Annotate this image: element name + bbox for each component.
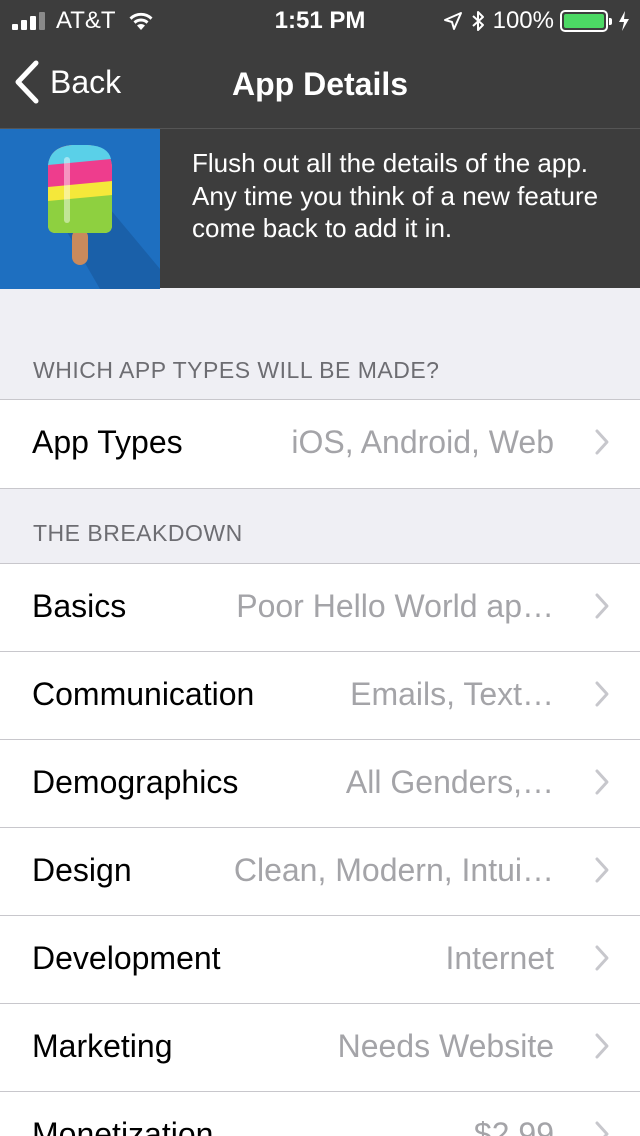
section-header-app-types: WHICH APP TYPES WILL BE MADE? — [33, 357, 440, 383]
row-label: Design — [32, 852, 132, 888]
row-basics[interactable]: Basics Poor Hello World ap… — [0, 564, 640, 652]
row-app-types[interactable]: App Types iOS, Android, Web — [0, 400, 640, 488]
popsicle-icon — [0, 129, 160, 289]
charging-bolt-icon — [619, 11, 629, 31]
chevron-right-icon — [595, 593, 609, 619]
chevron-right-icon — [595, 1033, 609, 1059]
status-bar: AT&T 1:51 PM 100% — [0, 0, 640, 40]
row-label: Monetization — [32, 1116, 214, 1136]
row-value: iOS, Android, Web — [291, 424, 554, 460]
row-development[interactable]: Development Internet — [0, 916, 640, 1004]
row-label: Basics — [32, 588, 127, 624]
row-communication[interactable]: Communication Emails, Text… — [0, 652, 640, 740]
row-value: Internet — [445, 940, 554, 976]
banner-description: Flush out all the details of the app. An… — [192, 148, 599, 243]
chevron-right-icon — [595, 1121, 609, 1136]
row-design[interactable]: Design Clean, Modern, Intui… — [0, 828, 640, 916]
battery-percent: 100% — [492, 7, 554, 34]
row-label: Marketing — [32, 1028, 173, 1064]
row-demographics[interactable]: Demographics All Genders,… — [0, 740, 640, 828]
chevron-right-icon — [595, 945, 609, 971]
row-label: App Types — [32, 424, 183, 460]
row-value: Needs Website — [337, 1028, 554, 1064]
page-title: App Details — [231, 66, 409, 102]
row-value: $2.99 — [473, 1116, 554, 1136]
section-header-breakdown: THE BREAKDOWN — [33, 520, 243, 546]
info-banner: Flush out all the details of the app. An… — [0, 128, 640, 289]
row-value: Poor Hello World ap… — [236, 588, 554, 624]
breakdown-group: Basics Poor Hello World ap… Communicatio… — [0, 563, 640, 1136]
location-arrow-icon — [443, 12, 462, 30]
chevron-right-icon — [595, 429, 609, 455]
status-right: 100% — [443, 7, 630, 35]
row-label: Communication — [32, 676, 255, 712]
navigation-bar: Back App Details — [0, 40, 640, 128]
row-label: Demographics — [32, 764, 239, 800]
row-value: Clean, Modern, Intui… — [233, 852, 554, 888]
chevron-right-icon — [595, 769, 609, 795]
chevron-right-icon — [595, 681, 609, 707]
row-label: Development — [32, 940, 221, 976]
bluetooth-icon — [471, 11, 484, 31]
row-monetization[interactable]: Monetization $2.99 — [0, 1092, 640, 1136]
row-marketing[interactable]: Marketing Needs Website — [0, 1004, 640, 1092]
chevron-right-icon — [595, 857, 609, 883]
row-value: All Genders,… — [345, 764, 554, 800]
app-types-group: App Types iOS, Android, Web — [0, 399, 640, 489]
battery-level-fill — [564, 14, 604, 28]
battery-icon — [560, 10, 612, 32]
row-value: Emails, Text… — [350, 676, 554, 712]
